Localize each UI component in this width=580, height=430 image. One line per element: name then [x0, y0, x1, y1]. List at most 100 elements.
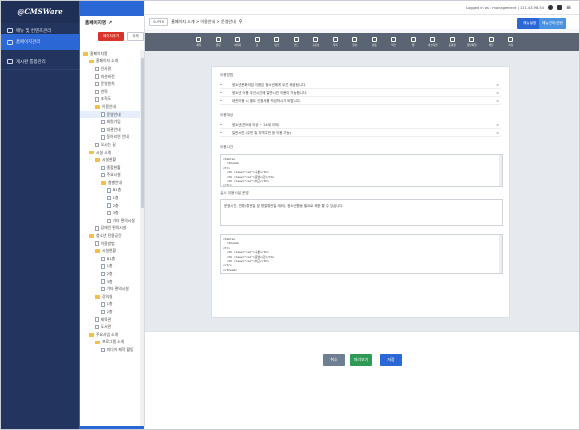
- tree-node[interactable]: 미션비전: [80, 73, 144, 81]
- close-icon[interactable]: ×: [496, 123, 499, 127]
- editor-row[interactable]: • 대관이용 시 별도 신청서를 작성하시기 바랍니다. ×: [220, 97, 501, 105]
- tree-node[interactable]: 시설 소개: [80, 149, 144, 157]
- tree-node[interactable]: 기타 편의시설: [80, 285, 144, 293]
- tree-node[interactable]: 오시는 길: [80, 141, 144, 149]
- tree-node[interactable]: 연혁: [80, 88, 144, 96]
- tool-label: 동영상: [448, 44, 456, 47]
- tree-node[interactable]: 2층: [80, 202, 144, 210]
- page-icon: [95, 142, 99, 148]
- external-link-icon[interactable]: ↗: [108, 20, 112, 26]
- tree-node[interactable]: 층별안내: [80, 179, 144, 187]
- nav-item-homepage[interactable]: 홈페이지관리: [1, 34, 79, 50]
- add-page-button[interactable]: 페이지추가: [98, 31, 125, 41]
- cancel-button[interactable]: 취소: [323, 354, 345, 366]
- toolbar-tool[interactable]: 코드: [287, 37, 307, 47]
- tree-node[interactable]: 시설현황: [80, 156, 144, 164]
- tree-node[interactable]: 1층: [80, 194, 144, 202]
- tree-node[interactable]: 이용안내: [80, 103, 144, 111]
- tree-node[interactable]: 기타 편의시설: [80, 217, 144, 225]
- tree-node-label: 미디어 제작 활동: [106, 346, 134, 352]
- top-bar: Logged in as : management | 121.43.98.54…: [145, 1, 579, 15]
- folder-icon: [95, 295, 100, 299]
- tree-node[interactable]: 인사말: [80, 65, 144, 73]
- user-icon[interactable]: [547, 5, 553, 10]
- tree-node[interactable]: 종합현황: [80, 164, 144, 172]
- tree-node[interactable]: 청소년 전용공간: [80, 232, 144, 240]
- code-editor[interactable]: <table> <thead> <tr> <th class="col">구분</th…: [220, 234, 503, 274]
- menu-icon[interactable]: ≡: [566, 4, 571, 11]
- tree-scrollbar[interactable]: [140, 50, 144, 426]
- toolbar-tool[interactable]: 탭: [404, 37, 424, 47]
- close-icon[interactable]: ×: [496, 131, 499, 135]
- tool-label: 버튼: [488, 44, 494, 47]
- tree-node[interactable]: 운영원칙: [80, 80, 144, 88]
- toolbar-tool[interactable]: 표: [248, 37, 268, 47]
- tree-node[interactable]: B1층: [80, 187, 144, 195]
- tree-node[interactable]: 주요시설: [80, 172, 144, 180]
- tool-label: 박스: [391, 44, 397, 47]
- tree-node-label: 회원가입: [106, 119, 121, 125]
- tree-node[interactable]: 운영안내: [80, 110, 144, 119]
- tree-node[interactable]: 3층: [80, 278, 144, 286]
- editor-page[interactable]: 이용방법 • 청소년문화의집 이용은 청소년에게 우선 제공됩니다. × • 청소년 이…: [211, 66, 510, 318]
- tree-node[interactable]: 시설현황: [80, 247, 144, 255]
- tree-node[interactable]: 1층: [80, 301, 144, 309]
- toolbar-tool[interactable]: 동영상: [443, 37, 463, 47]
- editor-row[interactable]: • 청소년(만9세 이상 ~ 24세 이하) ×: [220, 121, 501, 129]
- close-icon[interactable]: ×: [496, 83, 499, 87]
- tree-node[interactable]: 이용방법: [80, 240, 144, 248]
- notice-textbox[interactable]: 운영시간, 연휴(휴관일 및 명절휴관일 제외), 청소년활동 필요로 제한 할…: [220, 199, 503, 226]
- tree-node[interactable]: 프로그램 소개: [80, 339, 144, 347]
- toolbar-tool[interactable]: 제목: [189, 37, 209, 47]
- toolbar-tool[interactable]: 첨부파일: [462, 37, 482, 47]
- tree-node[interactable]: 장애인 편의시설: [80, 225, 144, 233]
- page-icon: [101, 127, 105, 132]
- code-editor[interactable]: <table> <thead> <tr> <th class="col">구분</th…: [220, 154, 503, 187]
- tree-node[interactable]: B1층: [80, 255, 144, 263]
- menu-permission-button[interactable]: 메뉴관리/권한: [539, 18, 567, 29]
- tree-node[interactable]: 동아리연 안내: [80, 134, 144, 142]
- toolbar-tool[interactable]: 번호: [345, 37, 365, 47]
- toolbar-tool[interactable]: 기타: [501, 37, 521, 47]
- close-icon[interactable]: ×: [496, 99, 499, 103]
- tree-node[interactable]: 2층: [80, 308, 144, 316]
- tree-node[interactable]: 2층: [80, 270, 144, 278]
- preview-button[interactable]: 미리보기: [350, 354, 372, 366]
- toolbar-tool[interactable]: 본문: [209, 37, 229, 47]
- settings-icon[interactable]: [556, 5, 562, 10]
- tree-node-label: 홈페이지 소개: [96, 58, 119, 64]
- scroll-thumb[interactable]: [140, 58, 144, 208]
- tree-node[interactable]: 강의실: [80, 293, 144, 301]
- toolbar-tool[interactable]: 이미지: [228, 37, 248, 47]
- search-icon[interactable]: ⚲: [239, 19, 243, 25]
- tree-node[interactable]: 도서관: [80, 323, 144, 331]
- editor-row[interactable]: • 일반시민 (주민 및 지역주민 등 이용 가능) ×: [220, 129, 501, 137]
- tree-node[interactable]: 회원가입: [80, 118, 144, 126]
- toolbar-tool[interactable]: 링크: [267, 37, 287, 47]
- close-icon[interactable]: ×: [496, 91, 499, 95]
- tree-node[interactable]: 홈페이지 소개: [80, 58, 144, 66]
- tree-node[interactable]: 1층: [80, 263, 144, 271]
- tree-node[interactable]: 미디어 제작 활동: [80, 346, 144, 354]
- delete-button[interactable]: 삭제: [127, 31, 144, 41]
- tree-node[interactable]: 조직도: [80, 96, 144, 104]
- editor-row[interactable]: • 청소년문화의집 이용은 청소년에게 우선 제공됩니다. ×: [220, 81, 501, 89]
- tree-node[interactable]: 대관안내: [80, 126, 144, 134]
- tree-node[interactable]: 홈페이지명: [80, 50, 144, 58]
- tool-icon: [293, 37, 299, 42]
- editor-row[interactable]: • 청소년 이용 우선시간에 일반시민 이용이 가능합니다. ×: [220, 89, 501, 97]
- tree-node-label: 1층: [112, 195, 119, 201]
- tree-node[interactable]: 체육관: [80, 316, 144, 324]
- tree-node[interactable]: 주요사업 소개: [80, 331, 144, 339]
- toolbar-tool[interactable]: 목록: [326, 37, 346, 47]
- toolbar-tool[interactable]: 아코디언: [423, 37, 443, 47]
- tree-node[interactable]: 3층: [80, 209, 144, 217]
- toolbar-tool[interactable]: 버튼: [482, 37, 502, 47]
- nav-item-board[interactable]: 게시판 통합관리: [1, 54, 79, 70]
- toolbar-tool[interactable]: 인용: [365, 37, 385, 47]
- save-button[interactable]: 저장: [380, 354, 402, 366]
- row-text: 청소년(만9세 이상 ~ 24세 이하): [232, 123, 280, 127]
- toolbar-tool[interactable]: 박스: [384, 37, 404, 47]
- toolbar-tool[interactable]: 구분선: [306, 37, 326, 47]
- tree-title: 홈페이지명: [85, 20, 107, 26]
